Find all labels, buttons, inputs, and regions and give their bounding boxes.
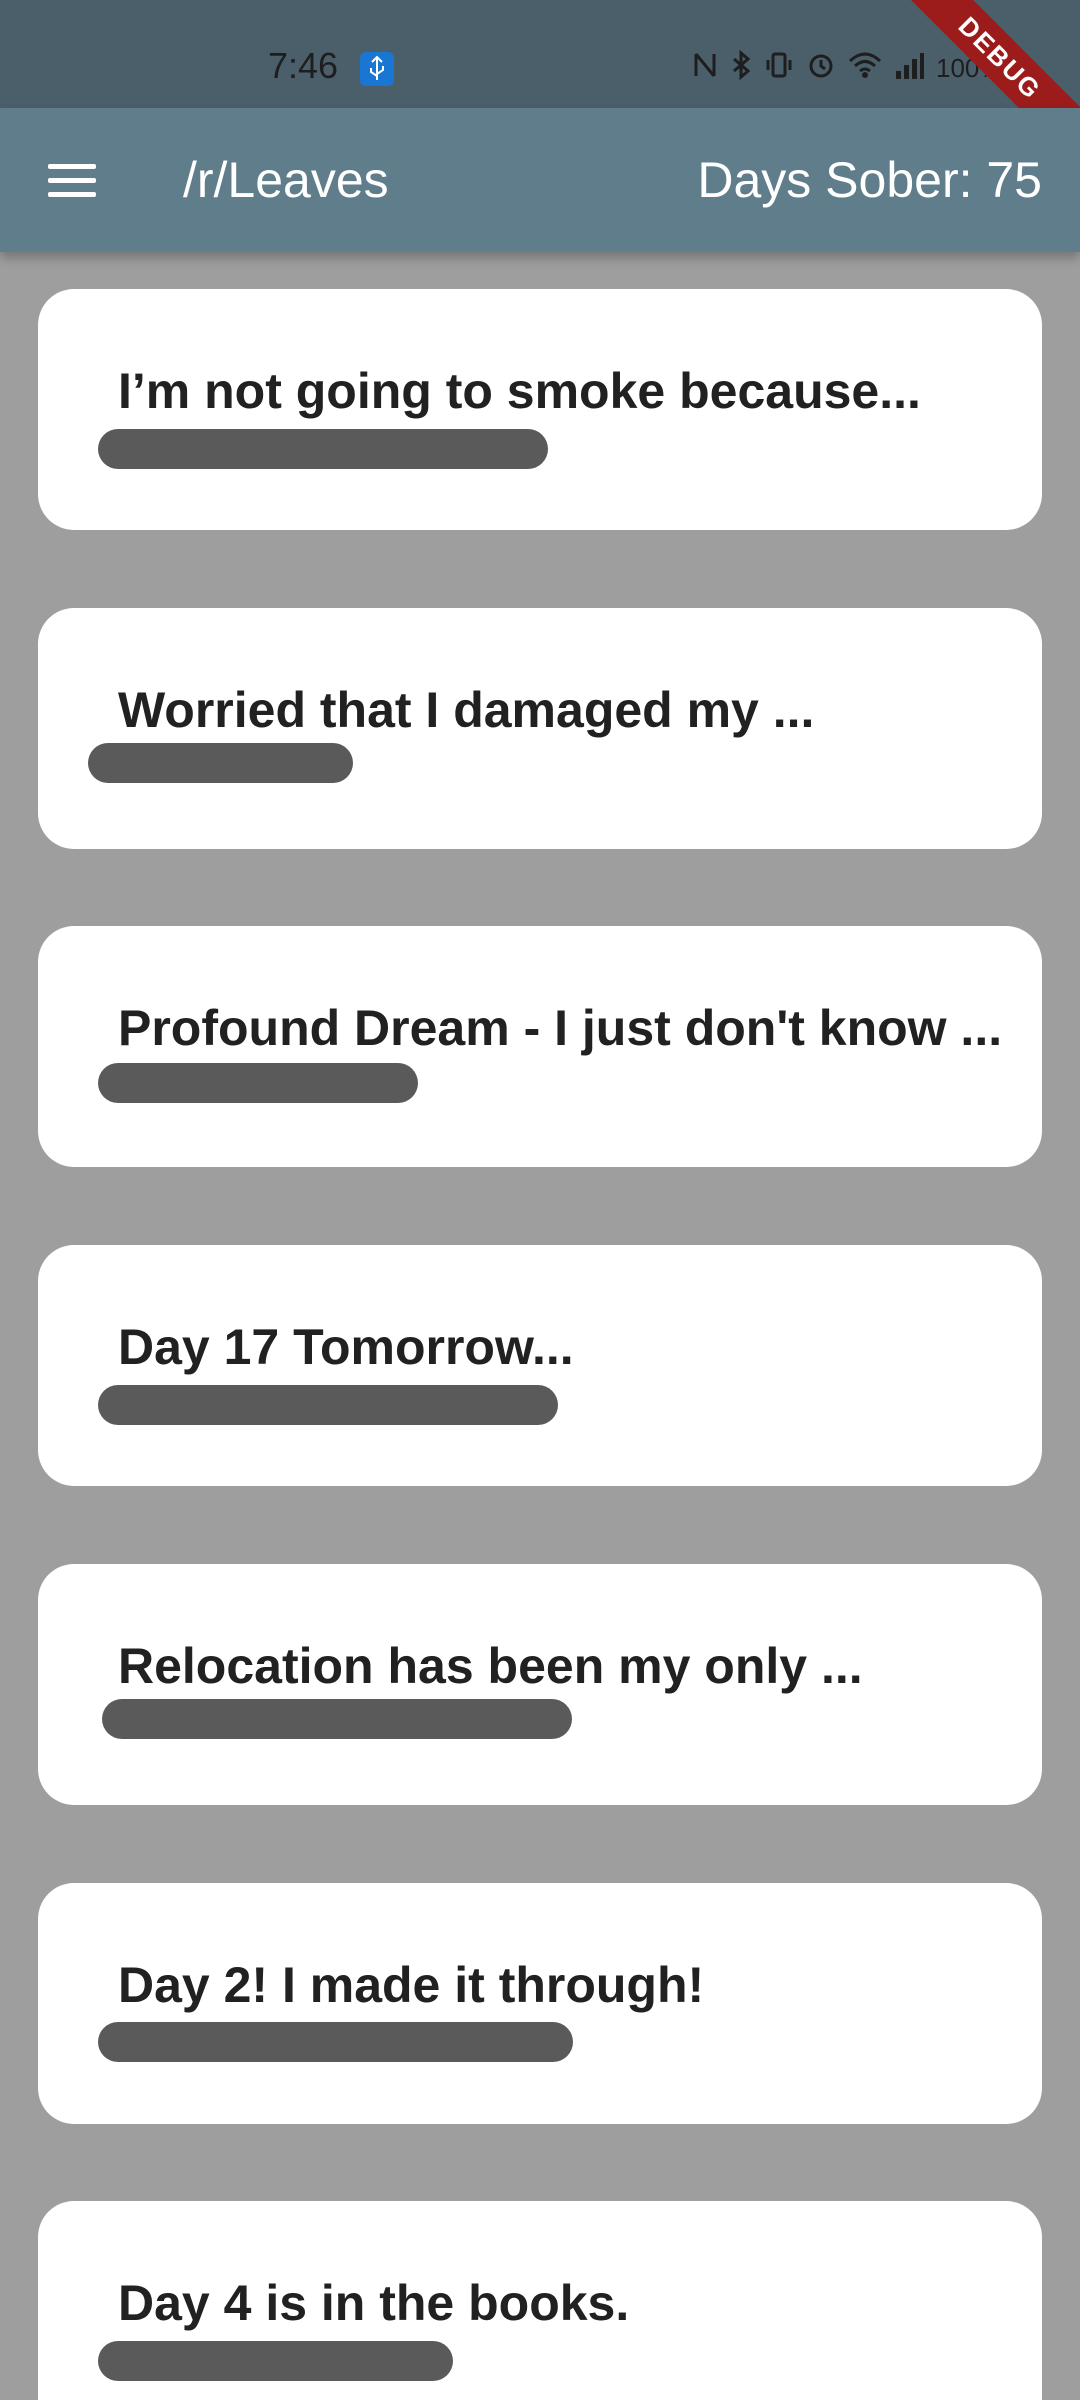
app-bar: /r/Leaves Days Sober: 75 <box>0 108 1080 252</box>
post-subtitle-redacted <box>98 2341 453 2381</box>
post-title: Day 17 Tomorrow... <box>118 1319 574 1375</box>
post-card[interactable]: Profound Dream - I just don't know ... <box>38 926 1042 1167</box>
post-card[interactable]: Relocation has been my only ... <box>38 1564 1042 1805</box>
post-title: Day 2! I made it through! <box>118 1957 705 2013</box>
status-bar: 7:46 100% DEBUG <box>0 0 1080 180</box>
post-card[interactable]: I’m not going to smoke because... <box>38 289 1042 530</box>
post-title: Relocation has been my only ... <box>118 1638 863 1694</box>
post-subtitle-redacted <box>98 1063 418 1103</box>
post-card[interactable]: Day 4 is in the books. <box>38 2201 1042 2400</box>
screen: 7:46 100% DEBUG /r/Leaves Days Sober: 75… <box>0 0 1080 2400</box>
post-title: I’m not going to smoke because... <box>118 363 921 419</box>
app-title: /r/Leaves <box>183 152 389 208</box>
post-title: Worried that I damaged my ... <box>118 682 815 738</box>
post-card[interactable]: Day 2! I made it through! <box>38 1883 1042 2124</box>
status-time: 7:46 <box>268 45 339 86</box>
post-card[interactable]: Worried that I damaged my ... <box>38 608 1042 849</box>
bluetooth-icon <box>730 49 752 87</box>
post-title: Profound Dream - I just don't know ... <box>118 1000 1003 1056</box>
post-subtitle-redacted <box>88 743 353 783</box>
usb-debug-icon <box>360 52 394 86</box>
wifi-icon <box>848 51 882 86</box>
nfc-icon <box>692 50 718 87</box>
post-subtitle-redacted <box>98 2022 573 2062</box>
post-subtitle-redacted <box>102 1699 572 1739</box>
alarm-icon <box>806 50 836 87</box>
days-sober-counter: Days Sober: 75 <box>697 152 1042 208</box>
signal-icon <box>894 51 924 86</box>
status-icons: 100% <box>692 49 1003 87</box>
menu-button[interactable] <box>36 150 108 210</box>
post-subtitle-redacted <box>98 1385 558 1425</box>
post-title: Day 4 is in the books. <box>118 2275 630 2331</box>
vibrate-icon <box>764 50 794 87</box>
post-subtitle-redacted <box>98 429 548 469</box>
post-card[interactable]: Day 17 Tomorrow... <box>38 1245 1042 1486</box>
